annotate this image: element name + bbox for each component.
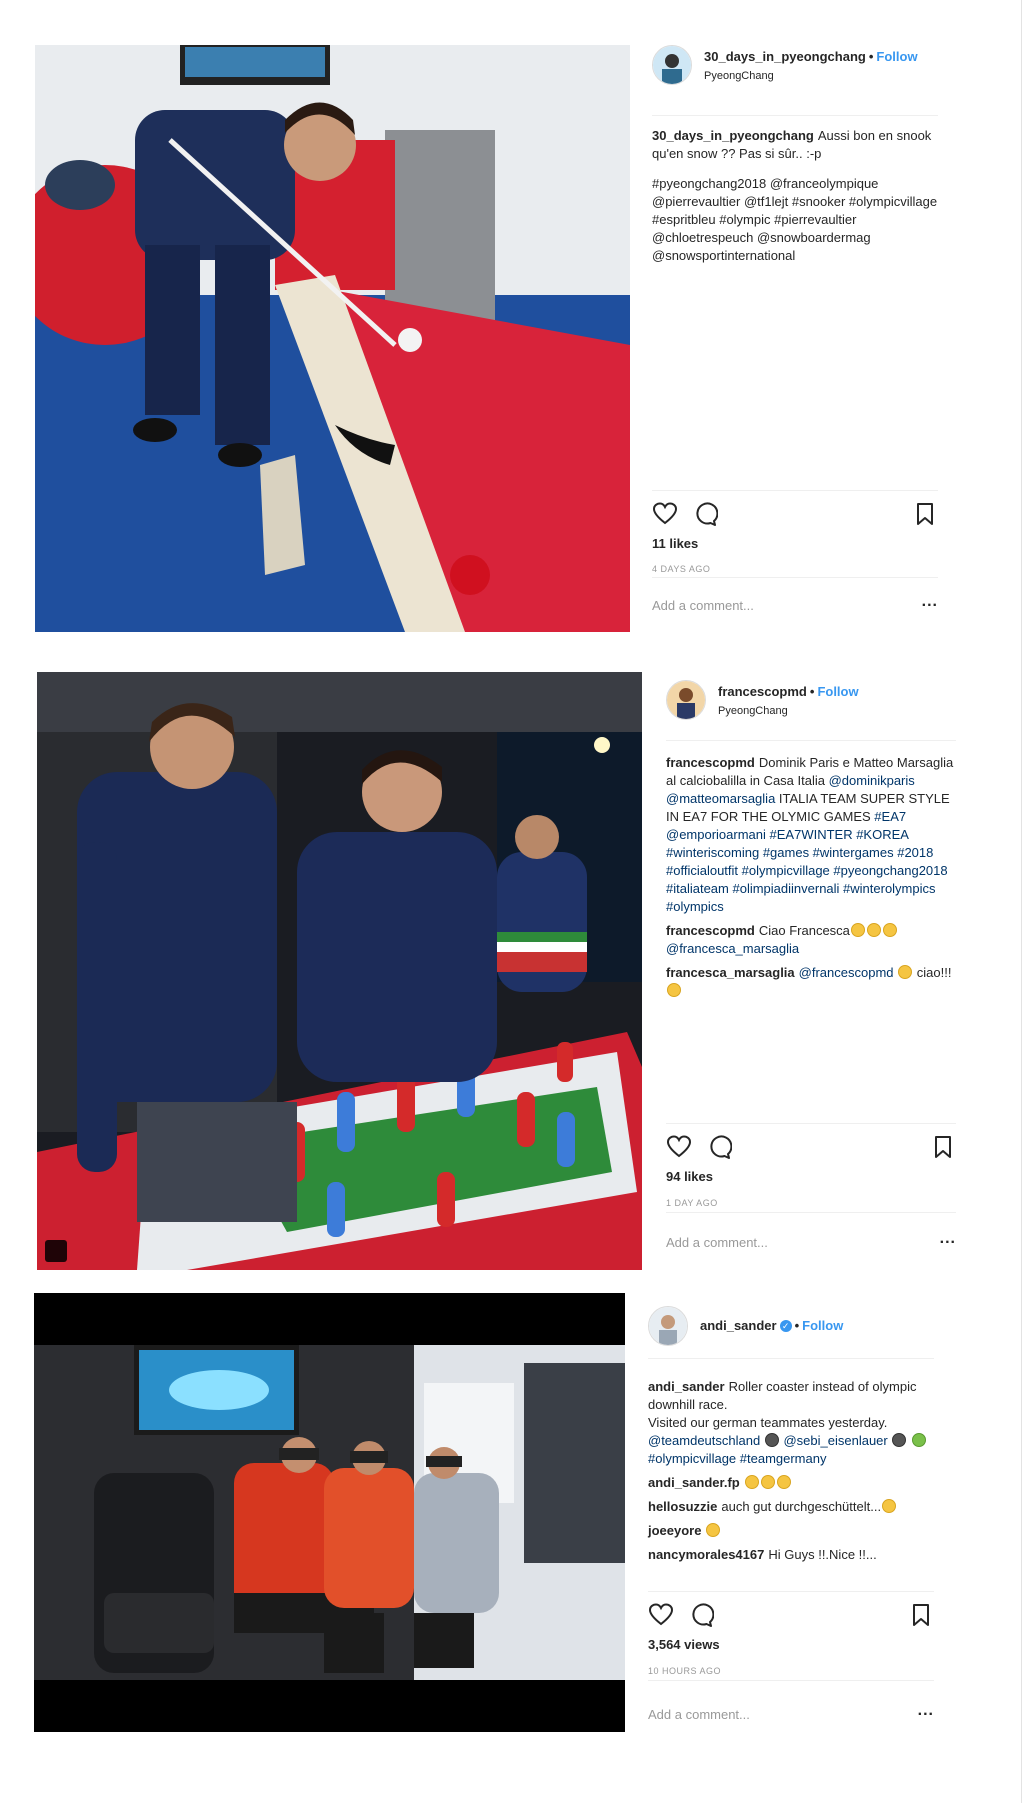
caption-mention[interactable]: @teamdeutschland xyxy=(648,1433,760,1448)
separator-dot: • xyxy=(794,1318,800,1333)
comment-username[interactable]: nancymorales4167 xyxy=(648,1547,764,1562)
comment-username[interactable]: hellosuzzie xyxy=(648,1499,717,1514)
comments-section: andi_sander Roller coaster instead of oly… xyxy=(648,1378,934,1570)
username-line: andi_sander ✓ • Follow xyxy=(700,1317,843,1335)
caption-username[interactable]: andi_sander xyxy=(648,1379,725,1394)
caption-mention[interactable]: @sebi_eisenlauer xyxy=(783,1433,887,1448)
post-panel: andi_sander ✓ • Follow andi_sander Roller co… xyxy=(648,1306,934,1736)
add-comment-input[interactable]: Add a comment... xyxy=(648,1706,750,1724)
smiley-emoji-icon xyxy=(706,1523,721,1537)
post-header: andi_sander ✓ • Follow xyxy=(648,1306,934,1350)
caption-text-2: Visited our german teammates yesterday. xyxy=(648,1415,888,1430)
comment-username[interactable]: andi_sander.fp xyxy=(648,1475,740,1490)
follow-button[interactable]: Follow xyxy=(802,1318,843,1333)
comment-username[interactable]: joeeyore xyxy=(648,1523,701,1538)
verified-badge-icon: ✓ xyxy=(779,1320,792,1332)
smiley-emoji-icon xyxy=(882,1499,897,1513)
timestamp[interactable]: 10 HOURS AGO xyxy=(648,1662,721,1680)
comment-text: auch gut durchgeschüttelt... xyxy=(721,1499,882,1514)
comment: nancymorales4167 Hi Guys !!.Nice !!... xyxy=(648,1546,934,1564)
divider xyxy=(648,1358,934,1359)
caption: andi_sander Roller coaster instead of oly… xyxy=(648,1378,934,1468)
emoji-icon xyxy=(911,1433,926,1447)
smiley-emoji-icon xyxy=(760,1475,775,1489)
comment: hellosuzzie auch gut durchgeschüttelt... xyxy=(648,1498,934,1516)
post-3: andi_sander ✓ • Follow andi_sander Roller co… xyxy=(0,0,1024,1740)
more-options-button[interactable]: ... xyxy=(918,1702,934,1720)
comment-icon[interactable] xyxy=(688,1602,714,1628)
divider xyxy=(648,1591,934,1592)
bookmark-icon[interactable] xyxy=(908,1602,934,1628)
views-count[interactable]: 3,564 views xyxy=(648,1636,720,1654)
post-video[interactable] xyxy=(34,1293,625,1732)
comment: joeeyore xyxy=(648,1522,934,1540)
action-bar xyxy=(648,1602,934,1630)
avatar[interactable] xyxy=(648,1306,688,1346)
emoji-icon xyxy=(892,1433,907,1447)
divider xyxy=(648,1680,934,1681)
emoji-icon xyxy=(764,1433,779,1447)
comment-text: Hi Guys !!.Nice !!... xyxy=(768,1547,877,1562)
smiley-emoji-icon xyxy=(776,1475,791,1489)
username-link[interactable]: andi_sander xyxy=(700,1318,777,1333)
heart-icon[interactable] xyxy=(648,1602,674,1628)
caption-hashtags[interactable]: #olympicvillage #teamgermany xyxy=(648,1451,826,1466)
comment: andi_sander.fp xyxy=(648,1474,934,1492)
smiley-emoji-icon xyxy=(744,1475,759,1489)
